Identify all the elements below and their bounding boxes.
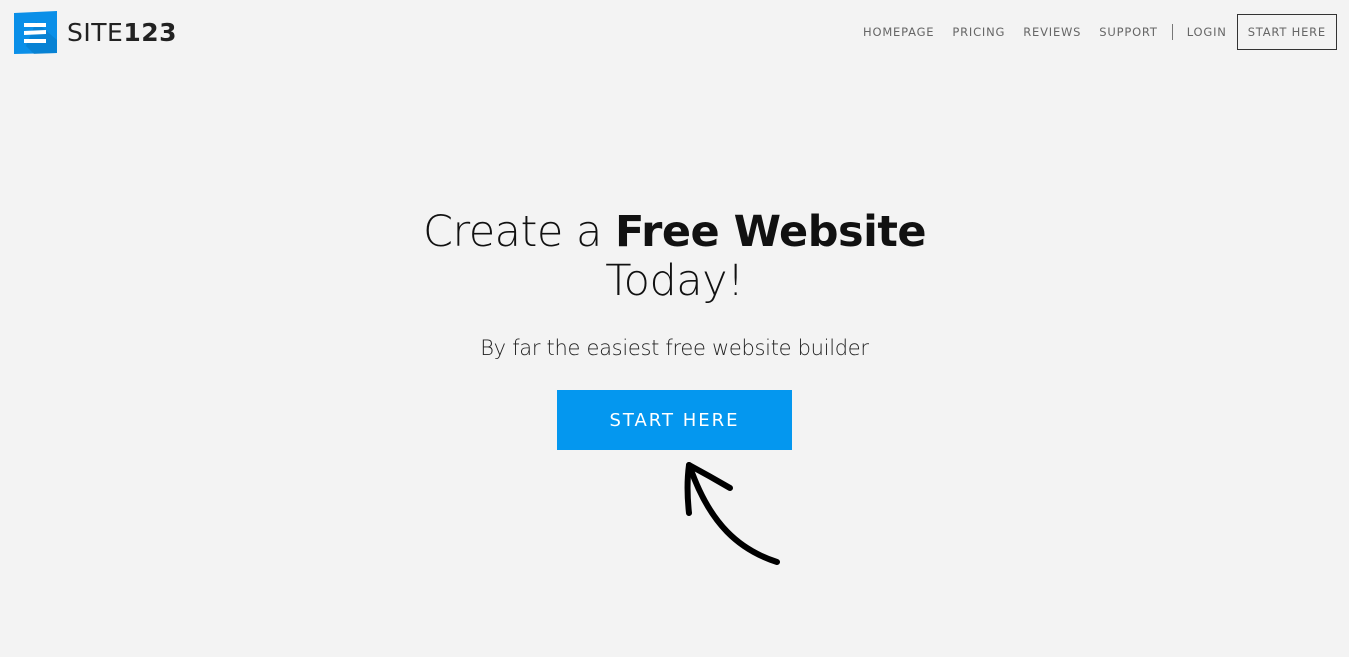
logo-text: SITE123 [67, 20, 177, 45]
hand-drawn-arrow-icon [684, 462, 780, 565]
nav-divider [1171, 24, 1173, 40]
hero-title-line2: Today! [605, 256, 744, 306]
logo-text-light: SITE [67, 18, 124, 47]
nav-login[interactable]: LOGIN [1187, 25, 1227, 39]
nav-pricing[interactable]: PRICING [952, 25, 1005, 39]
main-nav: HOMEPAGE PRICING REVIEWS SUPPORT LOGIN S… [845, 14, 1337, 50]
nav-support[interactable]: SUPPORT [1099, 25, 1157, 39]
hero-title: Create a Free Website Today! [0, 208, 1349, 306]
site-header: SITE123 HOMEPAGE PRICING REVIEWS SUPPORT… [0, 0, 1349, 66]
nav-reviews[interactable]: REVIEWS [1023, 25, 1081, 39]
site123-logo-icon [14, 11, 57, 54]
hero-subtitle: By far the easiest free website builder [480, 336, 869, 360]
hero-start-here-button[interactable]: START HERE [557, 390, 792, 450]
nav-homepage[interactable]: HOMEPAGE [863, 25, 934, 39]
nav-start-here-button[interactable]: START HERE [1236, 14, 1337, 50]
logo-link[interactable]: SITE123 [12, 10, 177, 55]
hero-title-bold: Free Website [615, 207, 927, 257]
logo-text-bold: 123 [123, 18, 177, 47]
hero-title-prefix: Create a [422, 207, 616, 257]
hero-section: Create a Free Website Today! By far the … [0, 208, 1349, 361]
